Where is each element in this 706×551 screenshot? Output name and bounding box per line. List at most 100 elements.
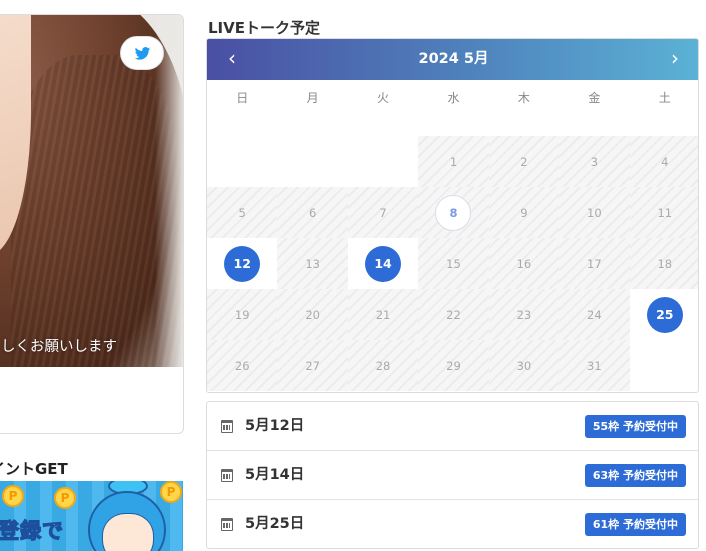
calendar-empty-cell <box>630 340 698 391</box>
calendar-day: 11 <box>629 187 698 238</box>
day-number: 6 <box>308 205 317 220</box>
calendar-day: 13 <box>277 238 348 289</box>
coin-icon: P <box>2 485 24 507</box>
calendar-header: 2024 5月 ‹ › <box>207 39 698 80</box>
day-number: 20 <box>305 307 320 322</box>
calendar-icon <box>221 518 233 531</box>
calendar-days: 1 2 3 4 5 6 7 8 9 10 11 12 13 14 15 16 17 18 19 20 21 22 23 24 2… <box>207 136 698 391</box>
reservation-badge[interactable]: 61枠 予約受付中 <box>584 513 686 536</box>
banner-text: 登録で <box>0 518 64 543</box>
weekday-row: 日月火水木金土 <box>207 80 698 122</box>
calendar-day: 27 <box>277 340 348 391</box>
day-number: 28 <box>375 358 391 373</box>
weekday-label: 木 <box>517 91 530 105</box>
day-number: 14 <box>365 245 402 282</box>
calendar-day-available[interactable]: 25 <box>629 289 698 340</box>
calendar-day: 31 <box>559 340 630 391</box>
point-banner[interactable]: P P P 登録で <box>0 481 183 551</box>
calendar-day: 2 <box>488 136 560 187</box>
profile-photo: しくお願いします <box>0 15 183 367</box>
schedule-item[interactable]: 5月14日 63枠 予約受付中 <box>207 451 698 500</box>
schedule-date: 5月12日 <box>245 418 305 434</box>
day-number: 8 <box>435 194 472 231</box>
schedule-list: 5月12日 55枠 予約受付中 5月14日 63枠 予約受付中 5月25日 61枠 予約受… <box>206 401 699 549</box>
calendar-day-today: 8 <box>418 187 489 238</box>
point-section-title: イントGET <box>0 460 68 478</box>
day-number: 2 <box>520 154 528 169</box>
calendar-empty-cell <box>348 136 418 187</box>
calendar-day: 20 <box>277 289 348 340</box>
day-number: 31 <box>587 358 602 373</box>
calendar-day: 24 <box>559 289 630 340</box>
weekday-label: 水 <box>447 91 460 105</box>
weekday-label: 火 <box>377 91 390 105</box>
day-number: 4 <box>661 154 669 169</box>
prev-month-button[interactable]: ‹ <box>217 39 247 80</box>
next-month-button[interactable]: › <box>660 39 690 80</box>
calendar-empty-cell <box>277 136 347 187</box>
calendar-day: 16 <box>488 238 560 289</box>
schedule-date: 5月14日 <box>245 467 305 483</box>
schedule-item[interactable]: 5月12日 55枠 予約受付中 <box>207 402 698 451</box>
day-number: 23 <box>516 307 532 322</box>
calendar-day: 18 <box>629 238 698 289</box>
day-number: 3 <box>590 154 599 169</box>
calendar-day: 9 <box>488 187 560 238</box>
mascot-face <box>102 513 154 551</box>
calendar-icon <box>221 420 233 433</box>
calendar-day: 10 <box>559 187 630 238</box>
calendar-day-available[interactable]: 14 <box>347 238 419 289</box>
weekday-label: 日 <box>236 91 249 105</box>
calendar-day: 23 <box>488 289 560 340</box>
live-schedule-title: LIVEトーク予定 <box>208 19 320 37</box>
day-number: 16 <box>516 256 532 271</box>
calendar-day: 17 <box>559 238 630 289</box>
calendar-day: 5 <box>207 187 278 238</box>
calendar-day: 22 <box>418 289 489 340</box>
day-number: 21 <box>375 307 391 322</box>
calendar-day: 29 <box>418 340 489 391</box>
weekday-label: 月 <box>306 91 319 105</box>
calendar-icon <box>221 469 233 482</box>
day-number: 15 <box>446 256 461 271</box>
day-number: 30 <box>516 358 532 373</box>
coin-icon: P <box>54 487 76 509</box>
calendar-day: 19 <box>207 289 278 340</box>
calendar-day-available[interactable]: 12 <box>207 238 278 289</box>
day-number: 9 <box>520 205 528 220</box>
day-number: 12 <box>224 245 261 282</box>
day-number: 10 <box>587 205 602 220</box>
day-number: 1 <box>449 154 458 169</box>
calendar-day: 15 <box>418 238 489 289</box>
calendar-day: 28 <box>347 340 419 391</box>
calendar-empty-cell <box>207 136 277 187</box>
schedule-item[interactable]: 5月25日 61枠 予約受付中 <box>207 500 698 549</box>
day-number: 17 <box>587 256 602 271</box>
day-number: 22 <box>446 307 461 322</box>
profile-card: しくお願いします <box>0 14 184 434</box>
weekday-label: 土 <box>658 91 671 105</box>
calendar-month-label: 2024 5月 <box>418 51 489 67</box>
calendar-day: 6 <box>277 187 348 238</box>
calendar-day: 30 <box>488 340 560 391</box>
profile-caption: しくお願いします <box>1 339 117 355</box>
reservation-badge[interactable]: 63枠 予約受付中 <box>584 464 686 487</box>
twitter-icon <box>134 46 150 60</box>
calendar: 2024 5月 ‹ › 日月火水木金土 1 2 3 4 5 6 7 8 9 10 11 12 13 14 1… <box>206 38 699 393</box>
twitter-button[interactable] <box>120 36 164 70</box>
day-number: 18 <box>657 256 673 271</box>
coin-icon: P <box>160 481 182 503</box>
reservation-badge[interactable]: 55枠 予約受付中 <box>584 415 686 438</box>
calendar-day: 26 <box>207 340 278 391</box>
day-number: 29 <box>446 358 461 373</box>
calendar-day: 21 <box>347 289 419 340</box>
day-number: 27 <box>305 358 320 373</box>
day-number: 13 <box>305 256 320 271</box>
weekday-label: 金 <box>588 91 601 105</box>
calendar-day: 7 <box>347 187 419 238</box>
calendar-day: 3 <box>559 136 630 187</box>
calendar-day: 4 <box>629 136 698 187</box>
day-number: 5 <box>238 205 246 220</box>
calendar-day: 1 <box>418 136 489 187</box>
day-number: 7 <box>379 205 387 220</box>
